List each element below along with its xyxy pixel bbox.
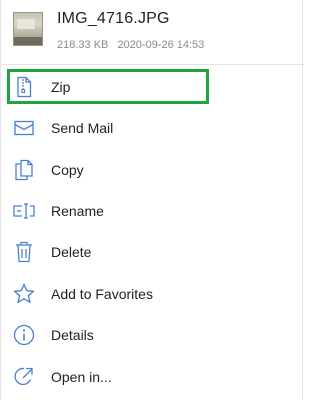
file-header: IMG_4716.JPG 218.33 KB 2020-09-26 14:53 xyxy=(1,0,304,62)
menu-item-rename[interactable]: Rename xyxy=(1,190,304,231)
menu-label: Rename xyxy=(51,202,104,219)
menu-item-open-in[interactable]: Open in... xyxy=(1,356,304,397)
file-meta: 218.33 KB 2020-09-26 14:53 xyxy=(57,39,204,51)
menu-label: Delete xyxy=(51,243,92,260)
trash-icon xyxy=(13,241,35,263)
menu-label: Send Mail xyxy=(51,119,114,136)
file-size: 218.33 KB xyxy=(57,39,109,51)
menu-item-delete[interactable]: Delete xyxy=(1,231,304,272)
menu-label: Add to Favorites xyxy=(51,285,153,302)
file-options-sheet: IMG_4716.JPG 218.33 KB 2020-09-26 14:53 … xyxy=(0,0,304,400)
menu-item-details[interactable]: Details xyxy=(1,314,304,355)
menu-item-send-mail[interactable]: Send Mail xyxy=(1,107,304,148)
file-name: IMG_4716.JPG xyxy=(57,10,170,27)
mail-icon xyxy=(13,117,35,139)
star-icon xyxy=(13,283,35,305)
file-date: 2020-09-26 14:53 xyxy=(117,39,205,51)
file-thumbnail xyxy=(13,12,43,46)
header-divider xyxy=(1,64,304,65)
copy-icon xyxy=(13,159,35,181)
menu-label: Details xyxy=(51,326,94,343)
info-icon xyxy=(13,324,35,346)
menu-item-copy[interactable]: Copy xyxy=(1,149,304,190)
menu-label: Open in... xyxy=(51,368,112,385)
rename-icon xyxy=(13,200,35,222)
open-in-icon xyxy=(13,366,35,388)
menu-label: Copy xyxy=(51,161,84,178)
menu-item-add-to-favorites[interactable]: Add to Favorites xyxy=(1,273,304,314)
zip-highlight-box xyxy=(7,69,209,104)
